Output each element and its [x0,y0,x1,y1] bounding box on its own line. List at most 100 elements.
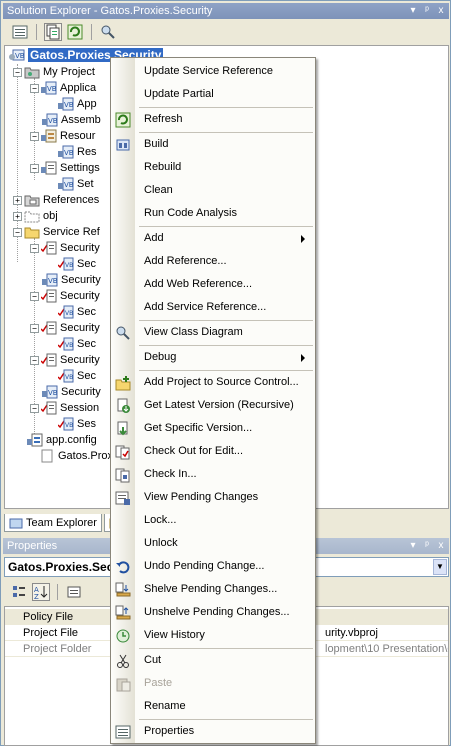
menu-item-rename[interactable]: Rename [111,695,315,718]
get-specific-version-icon [115,421,131,437]
menu-item-clean[interactable]: Clean [111,179,315,202]
collapse-toggle[interactable]: − [30,355,39,365]
close-icon[interactable]: x [436,5,446,17]
tree-item-service-references[interactable]: − Service Ref [13,224,100,240]
expand-toggle[interactable]: + [13,195,22,205]
collapse-toggle[interactable]: − [30,163,39,173]
menu-item-build[interactable]: Build [111,133,315,156]
tree-item-sec-4[interactable]: VB Sec [57,336,96,352]
vb-lock-file-icon: VB [42,273,58,287]
tree-item-res[interactable]: VB Res [58,144,97,160]
tab-team-explorer[interactable]: Team Explorer [4,514,102,532]
auto-hide-pin-icon[interactable]: ᵖ [422,5,432,17]
team-explorer-icon [9,518,23,528]
alphabetical-button[interactable]: AZ [32,583,50,601]
dropdown-arrow-icon[interactable]: ▼ [433,559,447,575]
tree-item-sec-3[interactable]: VB Sec [57,304,96,320]
menu-item-unshelve-pending-changes[interactable]: Unshelve Pending Changes... [111,601,315,624]
menu-item-get-latest-version[interactable]: Get Latest Version (Recursive) [111,394,315,417]
collapse-toggle[interactable]: − [30,83,39,93]
menu-item-cut[interactable]: Cut [111,649,315,672]
menu-item-label: View History [144,629,205,641]
expand-toggle[interactable]: + [13,211,22,221]
svg-text:VB: VB [48,389,58,397]
menu-item-refresh[interactable]: Refresh [111,108,315,131]
tree-item-references[interactable]: + References [13,192,99,208]
view-class-diagram-toolbar-button[interactable] [99,23,117,41]
vb-lock-file-icon: VB [58,97,74,111]
tree-item-label: Security [60,242,100,254]
tree-item-applica[interactable]: − VB Applica [30,80,96,96]
menu-item-get-specific-version[interactable]: Get Specific Version... [111,417,315,440]
menu-item-label: Unlock [144,537,178,549]
collapse-toggle[interactable]: − [30,291,39,301]
tree-item-label: app.config [46,434,97,446]
svg-text:Z: Z [34,593,39,600]
tree-item-security-4[interactable]: − Security [30,320,100,336]
menu-item-add-reference[interactable]: Add Reference... [111,250,315,273]
paste-icon [115,676,131,692]
menu-item-unlock[interactable]: Unlock [111,532,315,555]
menu-item-properties[interactable]: Properties [111,720,315,743]
tree-item-ses[interactable]: VB Ses [57,416,96,432]
tree-item-security-5[interactable]: − Security [30,352,100,368]
get-latest-icon [115,398,131,414]
collapse-toggle[interactable]: − [13,227,22,237]
menu-item-debug[interactable]: Debug [111,346,315,369]
menu-item-view-pending-changes[interactable]: View Pending Changes [111,486,315,509]
window-position-dropdown-icon[interactable]: ▾ [408,540,418,552]
menu-item-run-code-analysis[interactable]: Run Code Analysis [111,202,315,225]
menu-item-lock[interactable]: Lock... [111,509,315,532]
menu-item-label: Add [144,232,164,244]
collapse-toggle[interactable]: − [30,243,39,253]
menu-item-add-project-to-source-control[interactable]: Add Project to Source Control... [111,371,315,394]
collapse-toggle[interactable]: − [30,403,39,413]
close-icon[interactable]: x [436,540,446,552]
menu-item-update-service-reference[interactable]: Update Service Reference [111,60,315,83]
add-to-source-control-icon [115,375,131,391]
settings-file-icon [41,161,57,175]
checked-out-vb-file-icon: VB [57,305,74,319]
tree-item-security-6[interactable]: VB Security [42,384,101,400]
property-pages-button[interactable] [65,583,83,601]
menu-item-rebuild[interactable]: Rebuild [111,156,315,179]
tree-item-settings[interactable]: − Settings [30,160,100,176]
menu-item-paste[interactable]: Paste [111,672,315,695]
auto-hide-pin-icon[interactable]: ᵖ [422,540,432,552]
menu-item-check-out-for-edit[interactable]: Check Out for Edit... [111,440,315,463]
tree-item-obj[interactable]: + obj [13,208,58,224]
collapse-toggle[interactable]: − [30,131,39,141]
menu-item-check-in[interactable]: Check In... [111,463,315,486]
menu-item-update-partial[interactable]: Update Partial [111,83,315,106]
menu-item-add[interactable]: Add [111,227,315,250]
tree-item-gatos-proxi[interactable]: Gatos.Proxi [39,448,115,464]
tree-item-my-project[interactable]: − My Project [13,64,95,80]
properties-toolbar-button[interactable] [11,23,29,41]
categorized-button[interactable] [10,583,28,601]
menu-item-view-class-diagram[interactable]: View Class Diagram [111,321,315,344]
scissors-icon [115,653,131,669]
tree-item-security-2[interactable]: VB Security [42,272,101,288]
tree-item-sec-1[interactable]: VB Sec [57,256,96,272]
collapse-toggle[interactable]: − [13,67,22,77]
show-all-files-button[interactable] [44,23,62,41]
menu-item-shelve-pending-changes[interactable]: Shelve Pending Changes... [111,578,315,601]
tree-item-sec-5[interactable]: VB Sec [57,368,96,384]
collapse-toggle[interactable]: − [30,323,39,333]
tree-item-security-3[interactable]: − Security [30,288,100,304]
tree-item-resour[interactable]: − Resour [30,128,95,144]
svg-text:VB: VB [64,181,74,189]
project-context-menu: Update Service Reference Update Partial … [110,57,316,744]
tree-item-set[interactable]: VB Set [58,176,94,192]
menu-item-add-web-reference[interactable]: Add Web Reference... [111,273,315,296]
menu-item-undo-pending-change[interactable]: Undo Pending Change... [111,555,315,578]
tree-item-assemb[interactable]: VB Assemb [42,112,101,128]
refresh-toolbar-button[interactable] [66,23,84,41]
window-position-dropdown-icon[interactable]: ▾ [408,5,418,17]
menu-item-view-history[interactable]: View History [111,624,315,647]
tree-item-session[interactable]: − Session [30,400,99,416]
tree-item-app[interactable]: VB App [58,96,97,112]
tree-item-security-1[interactable]: − Security [30,240,100,256]
tree-item-app-config[interactable]: app.config [27,432,97,448]
menu-item-add-service-reference[interactable]: Add Service Reference... [111,296,315,319]
